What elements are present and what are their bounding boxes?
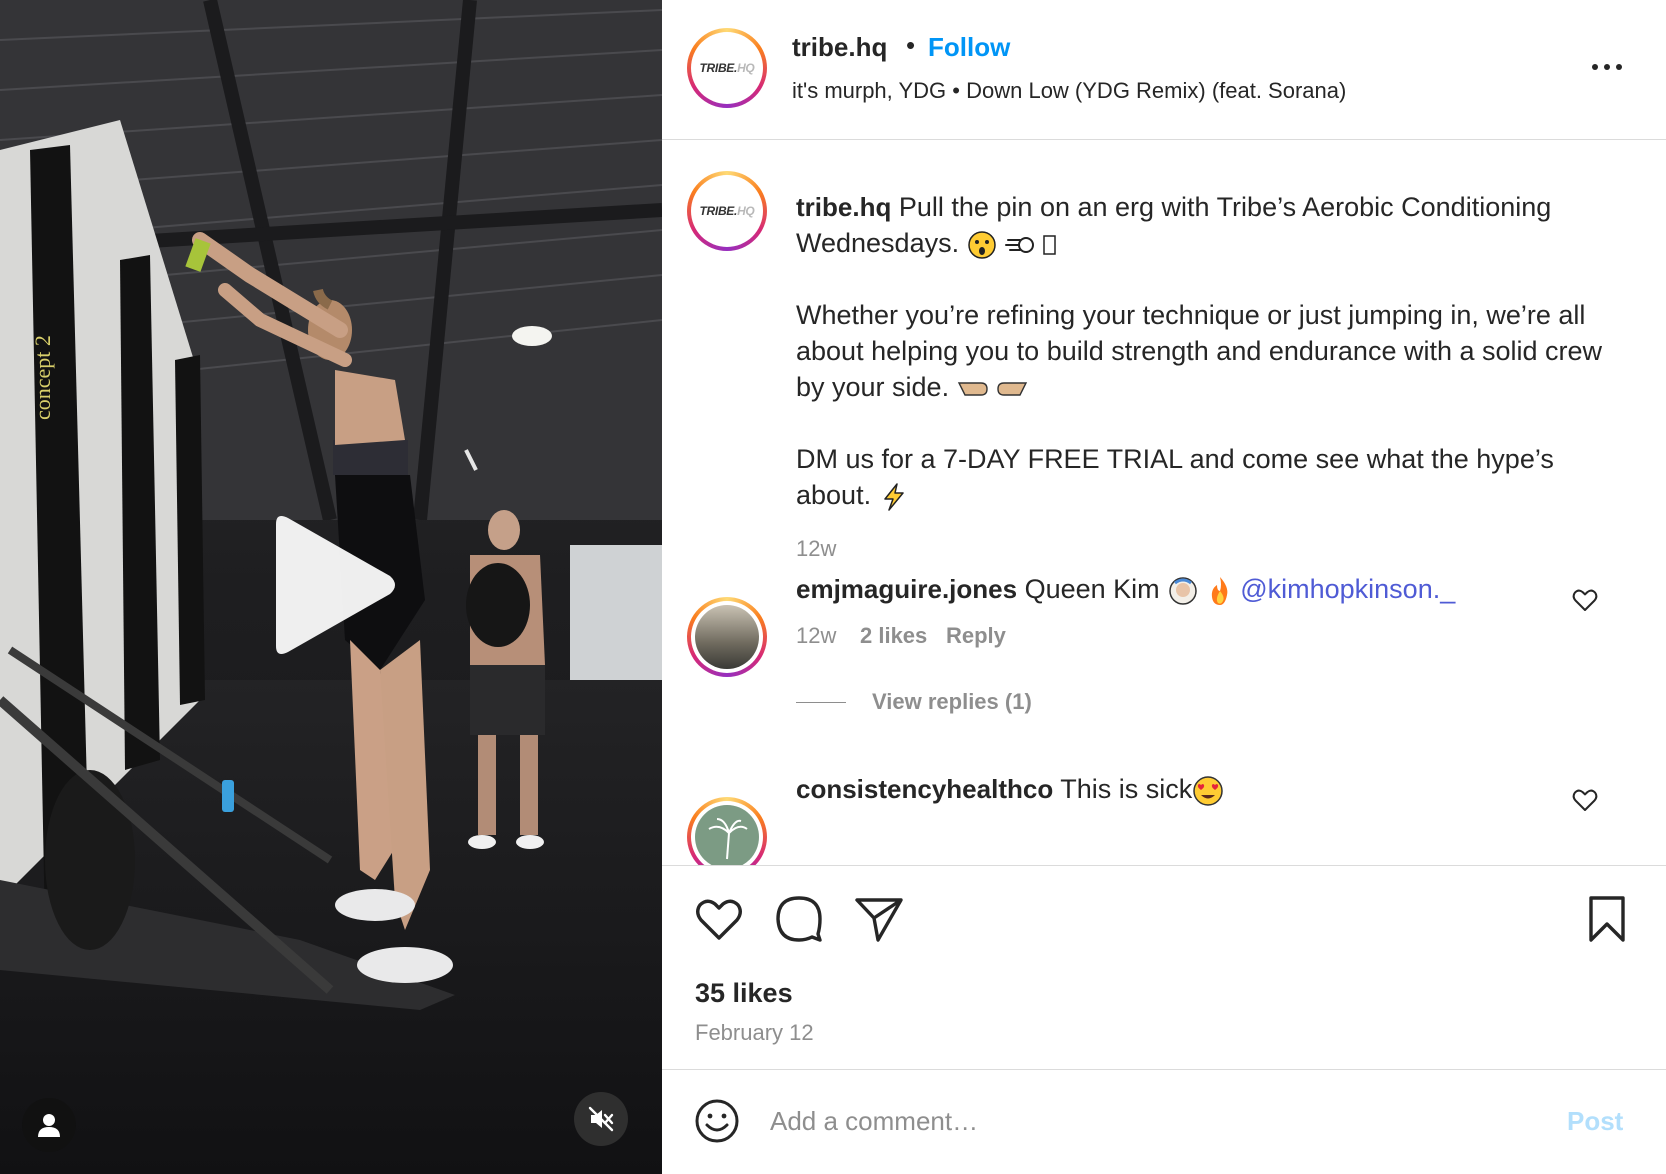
- post-date[interactable]: February 12: [695, 1020, 814, 1046]
- missing-glyph-icon: [1042, 235, 1056, 255]
- caption-time[interactable]: 12w: [796, 531, 1626, 567]
- view-replies-label: View replies (1): [872, 689, 1032, 714]
- mute-button[interactable]: [574, 1092, 628, 1146]
- caption-username[interactable]: tribe.hq: [796, 192, 891, 222]
- surprised-face-icon: [967, 231, 996, 259]
- comment-body-2: consistencyhealthco This is sick: [796, 774, 1224, 807]
- play-icon: [276, 516, 395, 654]
- high-voltage-icon: [883, 483, 904, 511]
- athlete-man: [466, 510, 545, 849]
- speaker-muted-icon: [588, 1106, 614, 1132]
- reply-button[interactable]: Reply: [946, 623, 1006, 649]
- heart-eyes-icon: [1193, 776, 1223, 806]
- comment-icon[interactable]: [774, 894, 824, 944]
- dashing-away-icon: [1005, 236, 1035, 253]
- post-comment-button[interactable]: Post: [1567, 1106, 1623, 1137]
- video-player[interactable]: concept 2: [0, 0, 662, 1174]
- palm-tree-icon: [708, 818, 748, 860]
- play-button[interactable]: [262, 510, 402, 660]
- fire-icon: [1211, 576, 1228, 605]
- comment-time[interactable]: 12w: [796, 623, 836, 649]
- comment-composer: Post: [662, 1069, 1666, 1174]
- emoji-picker-icon[interactable]: [694, 1098, 740, 1144]
- caption-line1: Pull the pin on an erg with Tribe’s Aero…: [796, 192, 1552, 258]
- comment-text: Queen Kim: [1024, 574, 1160, 604]
- post-dialog: concept 2 TRIBE. HQ tribe.hq • Follow it…: [0, 0, 1666, 1174]
- share-send-icon[interactable]: [854, 894, 904, 944]
- author-avatar[interactable]: TRIBE. HQ: [687, 28, 767, 108]
- likes-count[interactable]: 35 likes: [695, 978, 793, 1009]
- commenter-avatar-2[interactable]: [687, 797, 767, 865]
- right-fist-icon: [997, 382, 1028, 396]
- comment-like-heart-icon-2[interactable]: [1572, 787, 1598, 813]
- commenter-avatar[interactable]: [687, 597, 767, 677]
- comment-username[interactable]: emjmaguire.jones: [796, 574, 1017, 604]
- comment-mention[interactable]: @kimhopkinson._: [1240, 574, 1455, 604]
- save-bookmark-icon[interactable]: [1582, 894, 1632, 944]
- author-username[interactable]: tribe.hq: [792, 32, 887, 63]
- comment-input[interactable]: [770, 1098, 1510, 1144]
- audio-attribution[interactable]: it's murph, YDG • Down Low (YDG Remix) (…: [792, 78, 1346, 104]
- action-bar: 35 likes February 12: [662, 865, 1666, 1068]
- comment-body: emjmaguire.jones Queen Kim @kimhopkinson…: [796, 574, 1455, 607]
- caption-paragraph2: Whether you’re refining your technique o…: [796, 300, 1603, 402]
- replies-divider: [796, 701, 846, 703]
- tribe-logo: TRIBE. HQ: [695, 36, 759, 100]
- comments-section[interactable]: TRIBE. HQ tribe.hq Pull the pin on an erg…: [662, 141, 1666, 865]
- comment-username-2[interactable]: consistencyhealthco: [796, 774, 1053, 804]
- post-details-panel: TRIBE. HQ tribe.hq • Follow it's murph, Y…: [662, 0, 1666, 1174]
- separator-dot: •: [906, 30, 916, 60]
- more-icon: [1592, 64, 1598, 70]
- woman-astronaut-icon: [1169, 577, 1197, 605]
- tagged-users-button[interactable]: [22, 1098, 76, 1152]
- caption-avatar[interactable]: TRIBE. HQ: [687, 171, 767, 251]
- view-replies-button[interactable]: View replies (1): [796, 689, 1032, 715]
- caption: tribe.hq Pull the pin on an erg with Tri…: [796, 189, 1626, 567]
- post-header: TRIBE. HQ tribe.hq • Follow it's murph, Y…: [662, 0, 1666, 140]
- left-fist-icon: [957, 382, 988, 396]
- svg-text:concept 2: concept 2: [30, 335, 55, 420]
- follow-button[interactable]: Follow: [928, 32, 1010, 63]
- comment-like-heart-icon[interactable]: [1572, 587, 1598, 613]
- user-icon: [38, 1114, 60, 1137]
- comment-likes[interactable]: 2 likes: [860, 623, 927, 649]
- like-heart-icon[interactable]: [694, 894, 744, 944]
- caption-paragraph3: DM us for a 7-DAY FREE TRIAL and come se…: [796, 444, 1554, 510]
- more-options-button[interactable]: [1582, 52, 1632, 82]
- comment-text-2: This is sick: [1060, 774, 1193, 804]
